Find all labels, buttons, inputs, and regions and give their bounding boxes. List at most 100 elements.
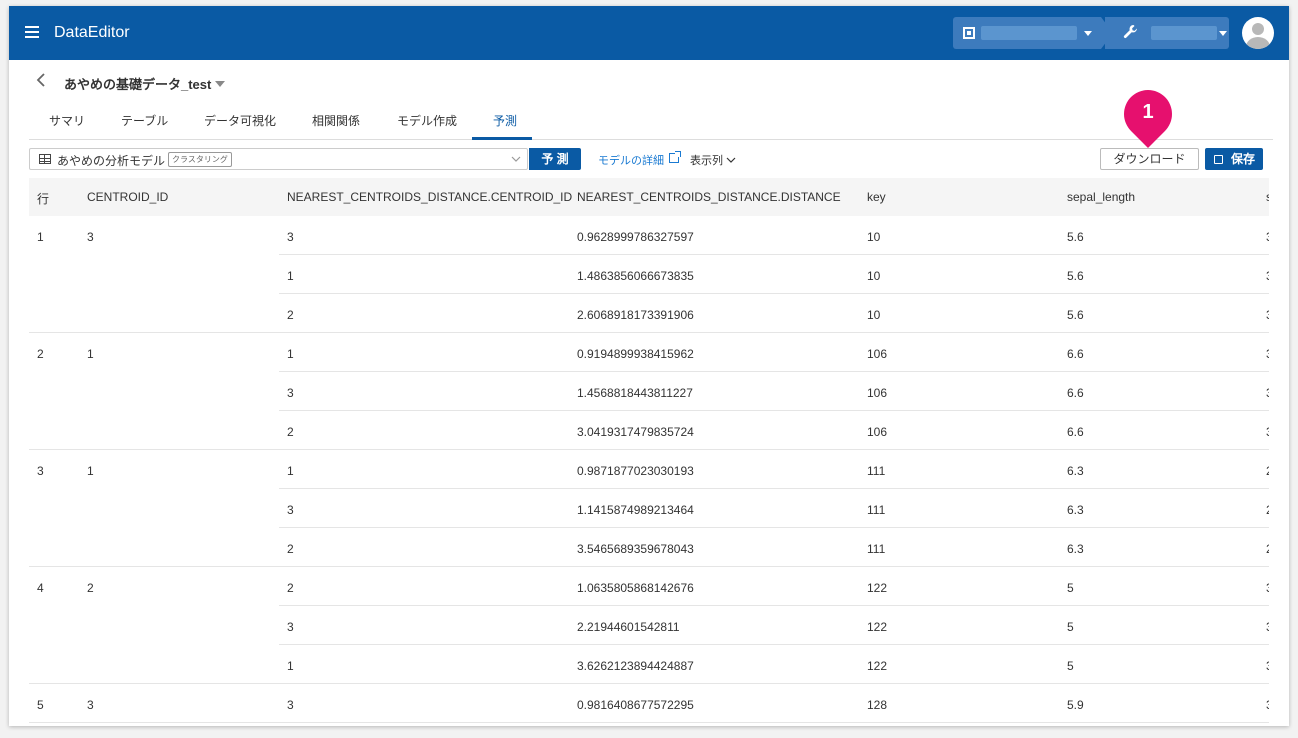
cell-sepal-length: 6.6	[1067, 425, 1084, 439]
cell-nearest-centroid-id: 1	[287, 659, 294, 673]
tab-correlation[interactable]: 相関関係	[312, 112, 360, 129]
cell-centroid-id: 2	[87, 581, 94, 595]
table-row: 4 2 2 1.0635805868142676 122 5 3	[29, 567, 1269, 606]
cell-nearest-distance: 1.4568818443811227	[577, 386, 693, 400]
cell-row: 4	[37, 581, 44, 595]
column-header-truncated[interactable]: s	[1266, 190, 1269, 204]
cell-key: 10	[867, 230, 881, 244]
cell-truncated: 2	[1266, 464, 1269, 478]
cell-key: 106	[867, 425, 888, 439]
chevron-down-icon	[1084, 31, 1092, 36]
cell-nearest-distance: 3.0419317479835724	[577, 425, 694, 439]
cell-truncated: 2	[1266, 542, 1269, 556]
cell-key: 106	[867, 386, 888, 400]
cell-key: 128	[867, 698, 888, 712]
cell-sepal-length: 5	[1067, 659, 1074, 673]
cell-key: 122	[867, 620, 888, 634]
cell-sepal-length: 6.6	[1067, 386, 1084, 400]
user-avatar-icon[interactable]	[1242, 17, 1274, 49]
cell-centroid-id: 1	[87, 464, 94, 478]
cell-sepal-length: 6.3	[1067, 503, 1084, 517]
save-icon	[1214, 155, 1223, 164]
cell-key: 111	[867, 503, 886, 517]
cell-nearest-centroid-id: 2	[287, 308, 294, 322]
organization-selector[interactable]	[953, 17, 1113, 49]
table-row: 3 1.1415874989213464 111 6.3 2	[29, 489, 1269, 528]
cell-key: 10	[867, 269, 881, 283]
table-row: 1 3 3 0.9628999786327597 10 5.6 3	[29, 216, 1269, 255]
cell-nearest-centroid-id: 2	[287, 581, 294, 595]
workspace-selector[interactable]	[1105, 17, 1229, 49]
tab-data-visualization[interactable]: データ可視化	[204, 112, 276, 129]
chevron-left-icon[interactable]	[36, 73, 46, 92]
row-divider	[29, 722, 1269, 723]
cell-centroid-id: 3	[87, 230, 94, 244]
cell-nearest-distance: 2.6068918173391906	[577, 308, 694, 322]
column-header-key[interactable]: key	[867, 190, 886, 204]
cell-truncated: 3	[1266, 620, 1269, 634]
active-tab-indicator	[472, 137, 532, 140]
cell-sepal-length: 6.6	[1067, 347, 1084, 361]
callout-number: 1	[1142, 101, 1154, 123]
cell-truncated: 3	[1266, 308, 1269, 322]
organization-name-redacted	[981, 26, 1077, 40]
download-button[interactable]: ダウンロード	[1100, 148, 1199, 170]
table-row: 2 3.0419317479835724 106 6.6 3	[29, 411, 1269, 450]
cell-nearest-distance: 1.4863856066673835	[577, 269, 694, 283]
cell-nearest-centroid-id: 1	[287, 269, 294, 283]
tab-prediction[interactable]: 予測	[493, 112, 517, 129]
cell-sepal-length: 5.9	[1067, 698, 1084, 712]
cell-row: 1	[37, 230, 44, 244]
column-header-nearest-distance[interactable]: NEAREST_CENTROIDS_DISTANCE.DISTANCE	[577, 190, 841, 204]
cell-centroid-id: 1	[87, 347, 94, 361]
model-name: あやめの分析モデル	[57, 154, 166, 168]
cell-truncated: 3	[1266, 386, 1269, 400]
cell-nearest-centroid-id: 1	[287, 464, 294, 478]
cell-sepal-length: 6.3	[1067, 542, 1084, 556]
cell-nearest-centroid-id: 3	[287, 620, 294, 634]
column-header-sepal-length[interactable]: sepal_length	[1067, 190, 1135, 204]
model-select[interactable]: あやめの分析モデル クラスタリング	[29, 148, 528, 170]
cell-nearest-centroid-id: 2	[287, 542, 294, 556]
table-header: 行 CENTROID_ID NEAREST_CENTROIDS_DISTANCE…	[29, 178, 1269, 216]
cell-row: 3	[37, 464, 44, 478]
tab-table[interactable]: テーブル	[121, 112, 168, 129]
cell-nearest-centroid-id: 2	[287, 425, 294, 439]
column-header-nearest-centroid-id[interactable]: NEAREST_CENTROIDS_DISTANCE.CENTROID_ID	[287, 190, 572, 204]
chevron-down-icon	[511, 151, 521, 170]
columns-dropdown[interactable]: 表示列	[690, 152, 736, 168]
cell-key: 106	[867, 347, 888, 361]
cell-key: 111	[867, 464, 886, 478]
column-header-row[interactable]: 行	[37, 190, 49, 207]
hamburger-menu-icon[interactable]	[25, 26, 39, 38]
cell-sepal-length: 6.3	[1067, 464, 1084, 478]
cell-nearest-distance: 1.1415874989213464	[577, 503, 694, 517]
external-link-icon[interactable]	[669, 151, 681, 163]
tab-summary[interactable]: サマリ	[49, 112, 85, 129]
predict-button[interactable]: 予 測	[529, 148, 581, 170]
dataset-title[interactable]: あやめの基礎データ_test	[64, 74, 211, 93]
tab-model-creation[interactable]: モデル作成	[397, 112, 457, 129]
cell-centroid-id: 3	[87, 698, 94, 712]
caret-down-icon[interactable]	[215, 81, 225, 87]
cell-truncated: 3	[1266, 269, 1269, 283]
cell-truncated: 3	[1266, 230, 1269, 244]
model-detail-link[interactable]: モデルの詳細	[598, 152, 664, 168]
table-row: 3 1 1 0.9871877023030193 111 6.3 2	[29, 450, 1269, 489]
table-row: 1 1.4863856066673835 10 5.6 3	[29, 255, 1269, 294]
cell-truncated: 2	[1266, 503, 1269, 517]
cell-key: 122	[867, 659, 888, 673]
cell-nearest-centroid-id: 3	[287, 698, 294, 712]
cell-key: 122	[867, 581, 888, 595]
cell-nearest-distance: 0.9871877023030193	[577, 464, 694, 478]
table-row: 1 3.6262123894424887 122 5 3	[29, 645, 1269, 684]
app-header: DataEditor	[9, 6, 1289, 60]
cell-truncated: 3	[1266, 659, 1269, 673]
save-button-label: 保存	[1231, 152, 1256, 166]
column-header-centroid-id[interactable]: CENTROID_ID	[87, 190, 168, 204]
chevron-down-icon	[1219, 31, 1227, 36]
tab-bar: サマリ テーブル データ可視化 相関関係 モデル作成 予測	[29, 106, 1273, 140]
cell-sepal-length: 5.6	[1067, 308, 1084, 322]
columns-dropdown-label: 表示列	[690, 155, 723, 167]
save-button[interactable]: 保存	[1205, 148, 1263, 170]
